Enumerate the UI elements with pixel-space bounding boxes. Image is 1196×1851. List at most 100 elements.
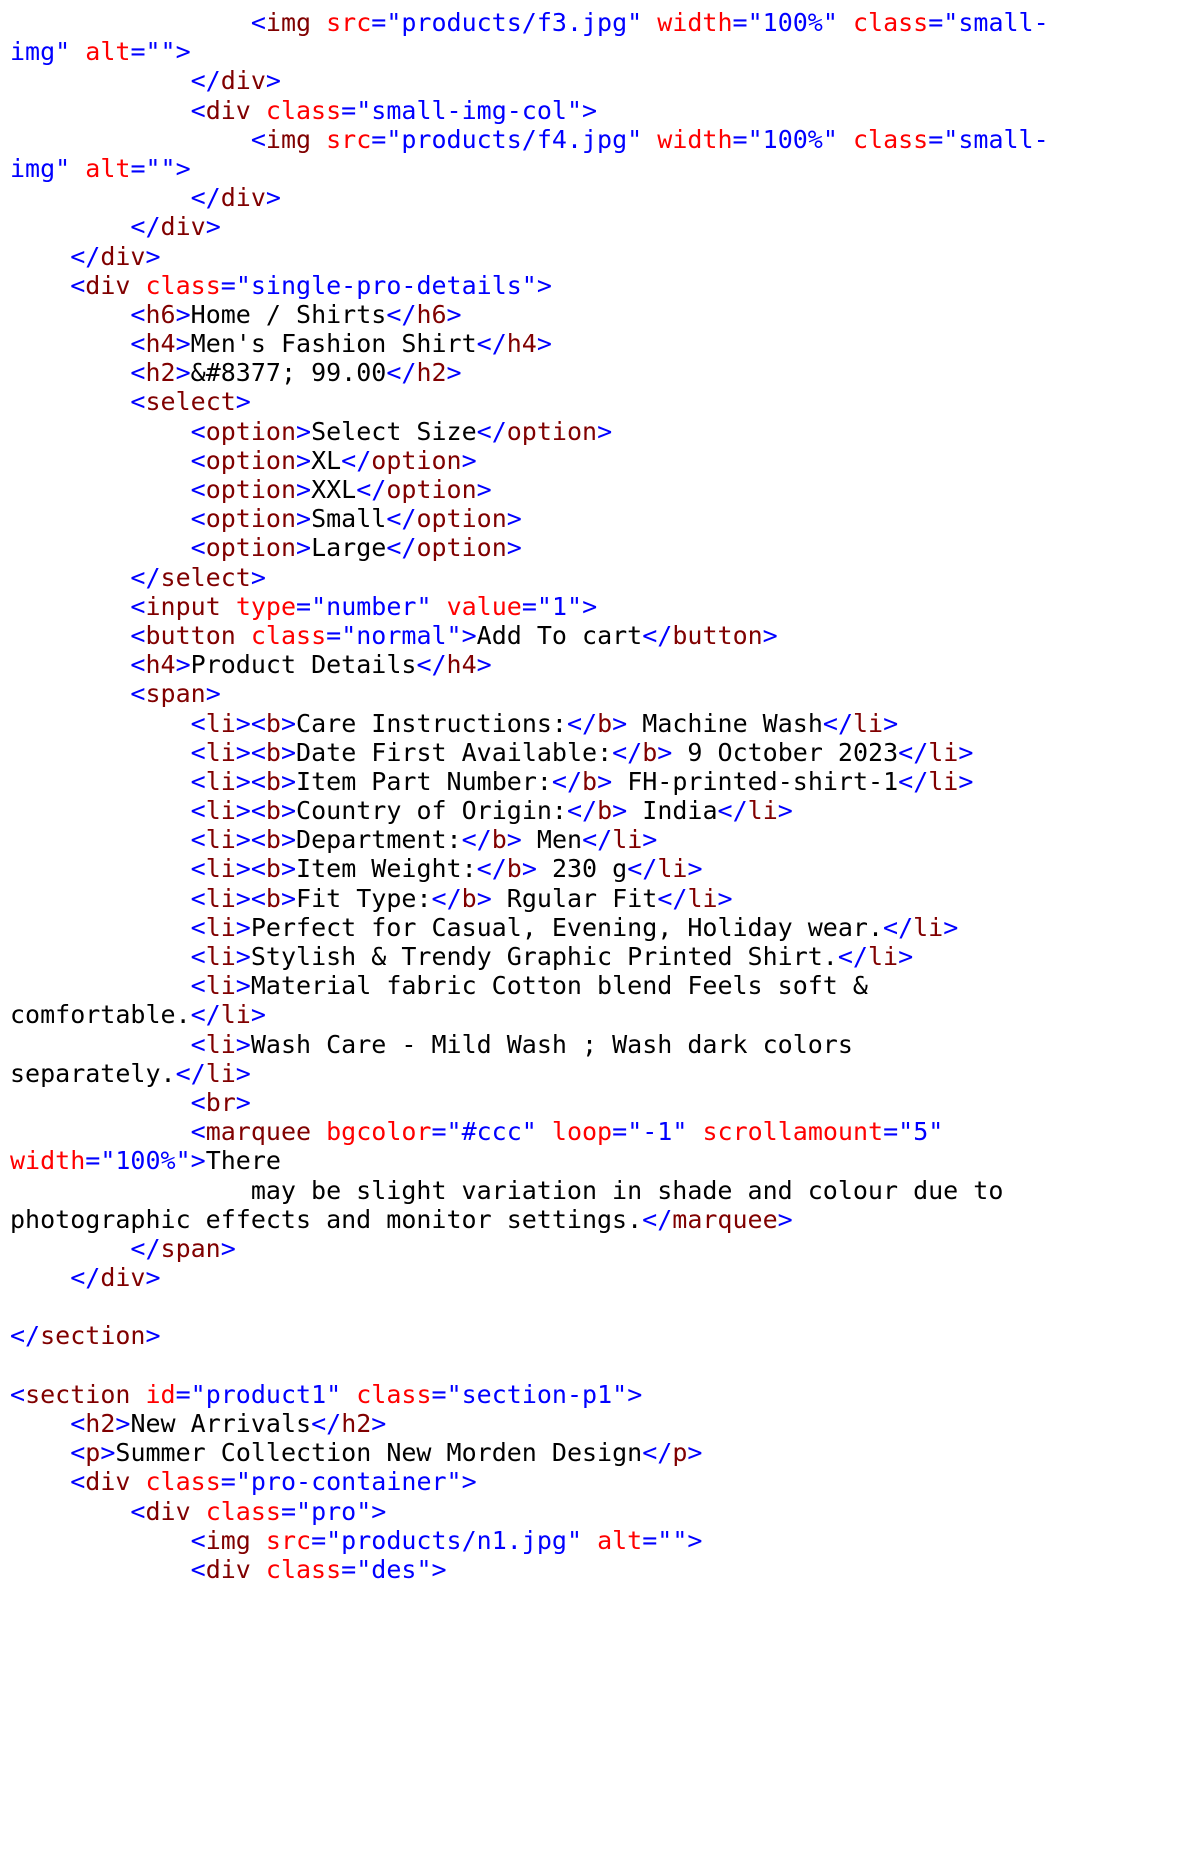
punctuation: = <box>220 270 236 300</box>
code-line: <option>Small</option> <box>10 504 1190 533</box>
punctuation: > <box>280 854 297 884</box>
text-content: separately. <box>10 1058 176 1088</box>
punctuation: </ <box>627 854 658 884</box>
attribute-value: "small-img-col" <box>356 95 583 125</box>
punctuation: > <box>597 416 613 446</box>
attribute-value: "number" <box>311 591 432 621</box>
tag-name: b <box>265 708 281 738</box>
code-line: </div> <box>10 242 1190 271</box>
attribute-name: width <box>657 124 733 154</box>
punctuation: < <box>250 825 266 855</box>
punctuation: < <box>190 95 206 125</box>
punctuation: > <box>431 1554 447 1584</box>
punctuation: </ <box>311 1409 342 1438</box>
attribute-name: bgcolor <box>326 1117 432 1147</box>
tag-name: option <box>205 533 296 563</box>
tag-name: h6 <box>416 299 447 329</box>
punctuation: </ <box>476 854 507 884</box>
punctuation: </ <box>476 329 507 359</box>
tag-name: option <box>205 416 296 446</box>
text-content: XXL <box>311 475 357 504</box>
attribute-name: class <box>852 124 929 154</box>
attribute-value: "section-p1" <box>446 1379 628 1409</box>
punctuation: < <box>10 1379 26 1409</box>
code-line: photographic effects and monitor setting… <box>10 1205 1190 1234</box>
punctuation: = <box>521 591 537 621</box>
text-content: 9 October 2023 <box>672 737 899 767</box>
punctuation: < <box>190 854 206 884</box>
punctuation: < <box>190 971 206 1001</box>
code-line: <li><b>Item Part Number:</b> FH-printed-… <box>10 767 1190 796</box>
punctuation: = <box>732 124 748 154</box>
punctuation: </ <box>642 1204 673 1234</box>
punctuation: = <box>928 124 944 154</box>
punctuation: < <box>190 912 206 942</box>
text-content: comfortable. <box>10 1000 191 1030</box>
code-line: <h2>&#8377; 99.00</h2> <box>10 358 1190 387</box>
tag-name: span <box>145 679 206 709</box>
attribute-value: "100%" <box>747 8 838 37</box>
attribute-name: scrollamount <box>702 1117 884 1147</box>
code-line: <p>Summer Collection New Morden Design</… <box>10 1438 1190 1467</box>
punctuation: </ <box>386 299 417 329</box>
punctuation: </ <box>657 883 688 913</box>
attribute-name: src <box>265 1525 312 1555</box>
tag-name: li <box>205 883 236 913</box>
attribute-value: img" <box>10 37 71 67</box>
text-content: Department: <box>296 825 462 855</box>
punctuation: </ <box>431 883 462 913</box>
text-content: photographic effects and monitor setting… <box>10 1204 643 1234</box>
tag-name: div <box>100 241 146 271</box>
punctuation: > <box>100 1438 116 1468</box>
punctuation: > <box>461 445 477 475</box>
tag-name: div <box>145 1496 191 1526</box>
punctuation: < <box>190 1029 206 1059</box>
punctuation: < <box>130 620 146 650</box>
tag-name: b <box>265 854 281 884</box>
text-content: Select Size <box>311 416 477 446</box>
text-content: Care Instructions: <box>296 708 567 738</box>
punctuation: < <box>130 299 146 329</box>
tag-name: h4 <box>446 650 477 680</box>
tag-name: li <box>205 766 236 796</box>
punctuation: < <box>250 8 266 37</box>
punctuation: > <box>175 358 191 388</box>
attribute-name: alt <box>597 1525 643 1555</box>
attribute-name: alt <box>85 37 131 67</box>
code-line: <li><b>Fit Type:</b> Rgular Fit</li> <box>10 884 1190 913</box>
code-line: <img src="products/f3.jpg" width="100%" … <box>10 8 1190 37</box>
tag-name: input <box>145 591 221 621</box>
tag-name: li <box>928 737 959 767</box>
punctuation: > <box>446 299 462 329</box>
punctuation: > <box>777 796 793 826</box>
attribute-name: alt <box>85 153 131 183</box>
attribute-name: id <box>145 1379 176 1409</box>
punctuation: > <box>235 825 251 855</box>
attribute-value: "product1" <box>190 1379 342 1409</box>
text-content: Date First Available: <box>296 737 613 767</box>
punctuation: > <box>205 679 221 709</box>
punctuation: < <box>130 679 146 709</box>
punctuation: > <box>943 912 959 942</box>
punctuation: > <box>687 1525 703 1555</box>
punctuation: > <box>280 825 297 855</box>
punctuation: = <box>612 1117 628 1147</box>
tag-name: b <box>506 854 522 884</box>
attribute-name: src <box>326 8 372 37</box>
